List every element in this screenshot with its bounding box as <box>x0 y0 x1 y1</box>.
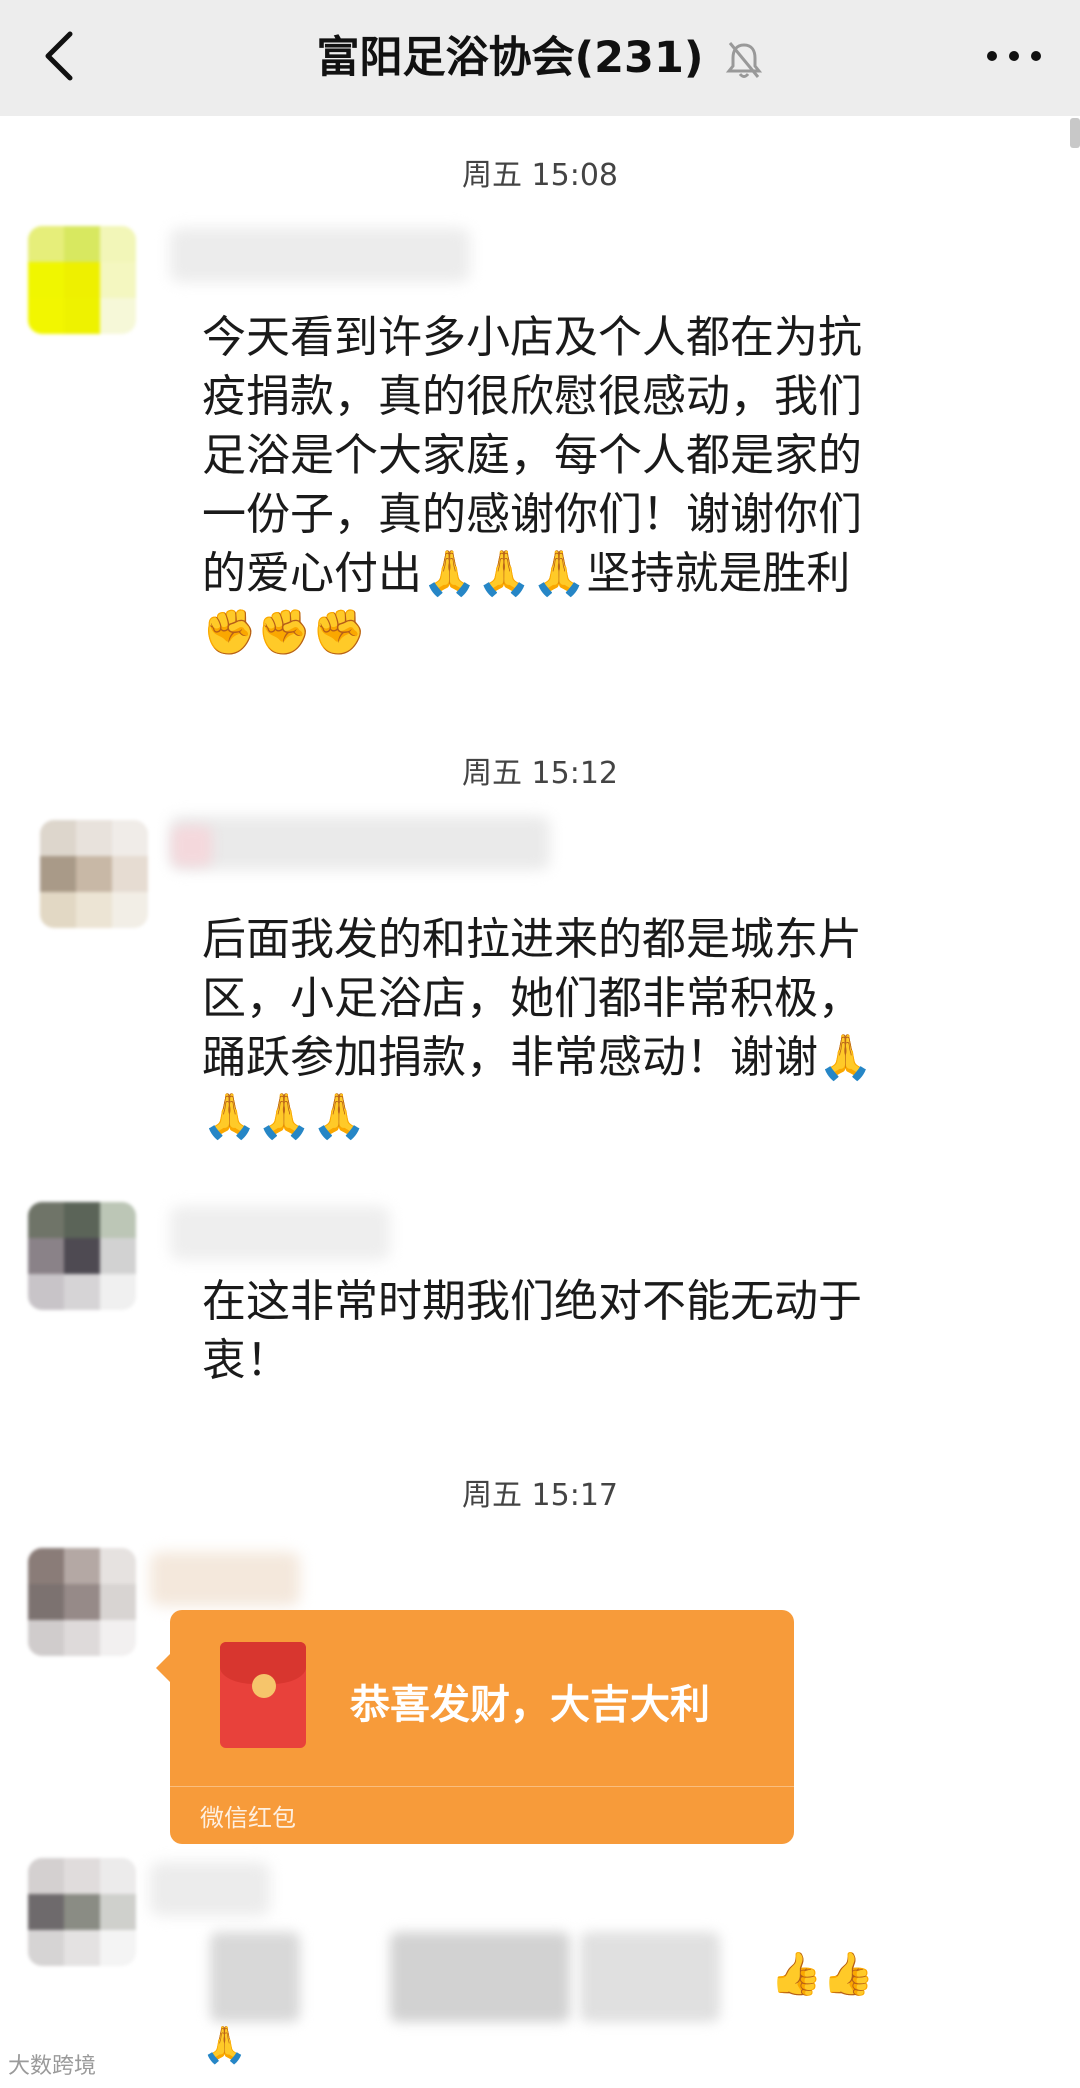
sender-name <box>170 228 470 282</box>
message-text: 后面我发的和拉进来的都是城东片 区，小足浴店，她们都非常积极， 踊跃参加捐款，非… <box>202 914 873 1142</box>
timestamp: 周五 15:08 <box>462 158 618 193</box>
avatar[interactable] <box>28 1548 136 1656</box>
sender-name <box>150 1552 300 1606</box>
red-packet-label: 微信红包 <box>200 1804 296 1832</box>
blurred-content <box>210 1932 300 2022</box>
divider <box>170 1786 794 1787</box>
avatar[interactable] <box>40 820 148 928</box>
timestamp: 周五 15:17 <box>462 1478 618 1513</box>
message-text: 今天看到许多小店及个人都在为抗 疫捐款，真的很欣慰很感动，我们 足浴是个大家庭，… <box>202 312 862 658</box>
sender-name <box>150 1862 270 1916</box>
top-bar: 富阳足浴协会(231) <box>0 0 1080 116</box>
more-dots-icon[interactable] <box>982 36 1046 76</box>
scrollbar[interactable] <box>1070 118 1080 148</box>
message-emoji: 🙏 <box>202 2025 247 2066</box>
bell-muted-icon <box>725 42 762 78</box>
avatar[interactable] <box>28 1202 136 1310</box>
name-badge <box>172 826 212 866</box>
timestamp: 周五 15:12 <box>462 756 618 791</box>
chat-title-area: 富阳足浴协会(231) <box>0 0 1080 116</box>
red-packet-icon <box>220 1642 306 1748</box>
sender-name <box>170 816 550 870</box>
message-text: 在这非常时期我们绝对不能无动于 衷！ <box>202 1276 862 1386</box>
watermark: 大数跨境 <box>8 2054 97 2079</box>
red-packet-card[interactable]: 恭喜发财，大吉大利 微信红包 <box>156 1610 794 1844</box>
avatar[interactable] <box>28 1858 136 1966</box>
avatar[interactable] <box>28 226 136 334</box>
message-emoji: 👍👍 <box>770 1949 875 1998</box>
sender-name <box>170 1206 390 1260</box>
chat-title: 富阳足浴协会(231) <box>316 33 704 83</box>
red-packet-title: 恭喜发财，大吉大利 <box>350 1682 710 1728</box>
blurred-content <box>580 1932 720 2022</box>
blurred-content <box>390 1932 570 2022</box>
